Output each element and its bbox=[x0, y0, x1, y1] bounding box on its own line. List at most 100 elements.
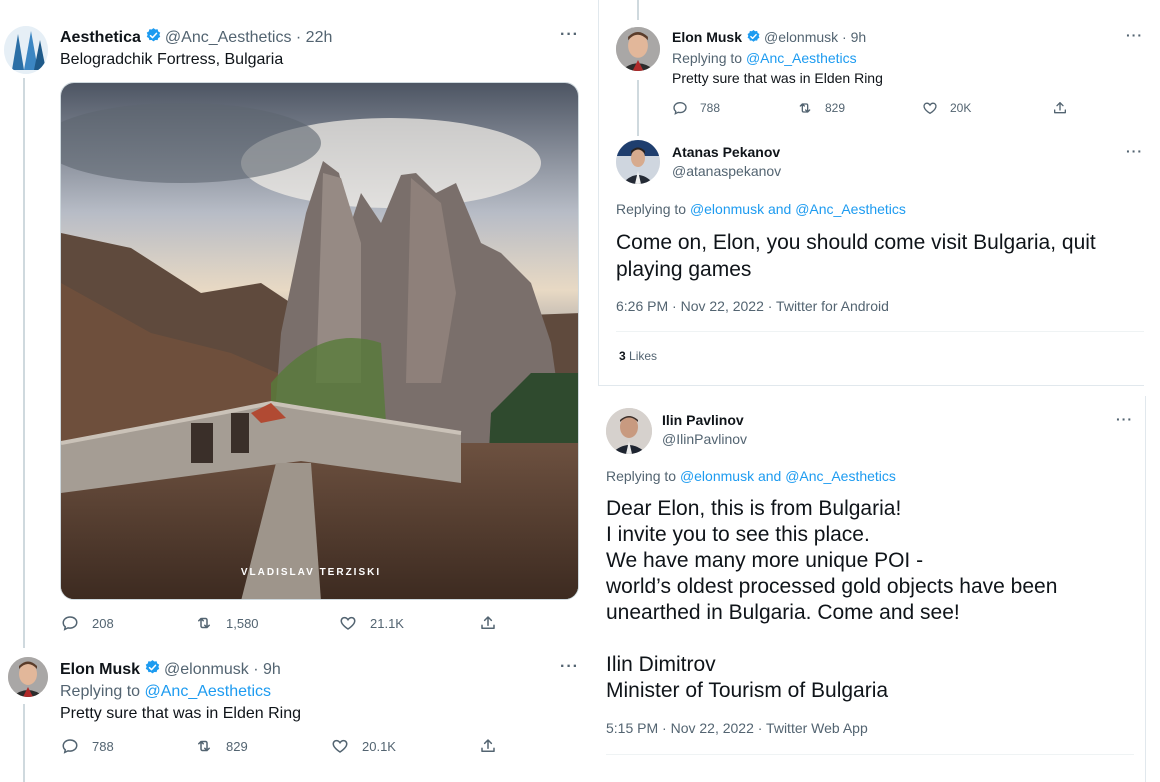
like-icon bbox=[331, 737, 349, 755]
retweet-icon bbox=[797, 100, 813, 116]
reply-button[interactable]: 788 bbox=[61, 737, 195, 755]
tweet4-likes-count: 3 bbox=[619, 349, 626, 363]
tweet1-time[interactable]: · 22h bbox=[296, 29, 332, 46]
tweet1-photo[interactable]: VLADISLAV TERZISKI bbox=[60, 82, 579, 600]
share-button[interactable] bbox=[1052, 100, 1068, 116]
tweet2-replying-link[interactable]: @Anc_Aesthetics bbox=[145, 683, 272, 700]
tweet3-time[interactable]: · 9h bbox=[842, 29, 866, 45]
more-icon[interactable]: ··· bbox=[1126, 27, 1143, 43]
thread-line-right bbox=[637, 0, 639, 20]
tweet5-replying-link[interactable]: @elonmusk and @Anc_Aesthetics bbox=[680, 468, 896, 484]
tweet3-replying: Replying to @Anc_Aesthetics bbox=[672, 50, 857, 66]
retweet-count: 829 bbox=[825, 101, 846, 115]
share-button[interactable] bbox=[479, 737, 497, 755]
like-button[interactable]: 21.1K bbox=[339, 614, 479, 632]
tweet5-name[interactable]: Ilin Pavlinov bbox=[662, 412, 744, 428]
more-icon[interactable]: ··· bbox=[1126, 143, 1143, 159]
tweet5-line: Ilin Dimitrov bbox=[606, 653, 716, 676]
like-button[interactable]: 20.1K bbox=[331, 737, 479, 755]
elon-avatar[interactable] bbox=[8, 657, 48, 697]
reply-button[interactable]: 208 bbox=[61, 614, 195, 632]
share-button[interactable] bbox=[479, 614, 497, 632]
reply-count: 208 bbox=[92, 615, 114, 631]
like-icon bbox=[922, 100, 938, 116]
reply-icon bbox=[672, 100, 688, 116]
reply-icon bbox=[61, 614, 79, 632]
retweet-icon bbox=[195, 737, 213, 755]
tweet5-line: Dear Elon, this is from Bulgaria! bbox=[606, 497, 902, 520]
right-top-panel-bottom bbox=[598, 385, 1144, 386]
thread-line-right-2 bbox=[637, 80, 639, 136]
reply-icon bbox=[61, 737, 79, 755]
tweet2-text: Pretty sure that was in Elden Ring bbox=[60, 705, 302, 722]
tweet1-actions: 208 1,580 21.1K bbox=[61, 614, 501, 632]
tweet4-text: Come on, Elon, you should come visit Bul… bbox=[616, 231, 1096, 281]
tweet1-header: Aesthetica @Anc_Aesthetics · 22h bbox=[60, 27, 332, 47]
atanas-avatar[interactable] bbox=[616, 140, 660, 184]
share-icon bbox=[1052, 100, 1068, 116]
tweet4-likes[interactable]: 3 Likes bbox=[619, 349, 657, 363]
retweet-button[interactable]: 829 bbox=[797, 100, 922, 116]
like-icon bbox=[339, 614, 357, 632]
verified-icon bbox=[145, 27, 162, 44]
tweet5-meta[interactable]: 5:15 PM · Nov 22, 2022 · Twitter Web App bbox=[606, 720, 868, 736]
more-icon[interactable]: ··· bbox=[560, 658, 579, 676]
retweet-button[interactable]: 1,580 bbox=[195, 614, 339, 632]
elon-avatar[interactable] bbox=[616, 27, 660, 71]
tweet4-likes-label: Likes bbox=[629, 349, 658, 363]
tweet4-handle[interactable]: @atanaspekanov bbox=[672, 163, 781, 179]
retweet-button[interactable]: 829 bbox=[195, 737, 331, 755]
tweet1-author-name[interactable]: Aesthetica bbox=[60, 29, 141, 46]
tweet5-line: Minister of Tourism of Bulgaria bbox=[606, 679, 889, 702]
tweet4-meta[interactable]: 6:26 PM · Nov 22, 2022 · Twitter for And… bbox=[616, 298, 889, 314]
photo-watermark: VLADISLAV TERZISKI bbox=[241, 567, 381, 578]
tweet4-replying: Replying to @elonmusk and @Anc_Aesthetic… bbox=[616, 201, 906, 217]
like-button[interactable]: 20K bbox=[922, 100, 1052, 116]
retweet-count: 829 bbox=[226, 738, 248, 754]
ilin-avatar[interactable] bbox=[606, 408, 652, 454]
reply-count: 788 bbox=[92, 738, 114, 754]
verified-icon bbox=[746, 29, 761, 44]
verified-icon bbox=[144, 659, 161, 676]
tweet5-line: unearthed in Bulgaria. Come and see! bbox=[606, 601, 960, 624]
tweet4-name[interactable]: Atanas Pekanov bbox=[672, 144, 780, 160]
tweet5-line: world’s oldest processed gold objects ha… bbox=[606, 575, 1058, 598]
tweet2-header: Elon Musk @elonmusk · 9h bbox=[60, 659, 281, 679]
divider bbox=[606, 754, 1134, 755]
tweet1-handle[interactable]: @Anc_Aesthetics bbox=[165, 29, 292, 46]
like-count: 20.1K bbox=[362, 738, 396, 754]
tweet3-header: Elon Musk @elonmusk · 9h bbox=[672, 29, 866, 45]
right-bottom-panel-border bbox=[1145, 396, 1146, 782]
like-count: 21.1K bbox=[370, 615, 404, 631]
more-icon[interactable]: ··· bbox=[1116, 411, 1133, 427]
tweet5-line bbox=[606, 626, 1136, 652]
tweet3-actions: 788 829 20K bbox=[672, 100, 1072, 116]
tweet3-replying-link[interactable]: @Anc_Aesthetics bbox=[746, 50, 857, 66]
more-icon[interactable]: ··· bbox=[560, 26, 579, 44]
tweet5-handle[interactable]: @IlinPavlinov bbox=[662, 431, 747, 447]
tweet5-replying: Replying to @elonmusk and @Anc_Aesthetic… bbox=[606, 468, 896, 484]
reply-count: 788 bbox=[700, 101, 721, 115]
tweet5-line: I invite you to see this place. bbox=[606, 523, 870, 546]
tweet3-author-name[interactable]: Elon Musk bbox=[672, 29, 742, 45]
tweet2-handle[interactable]: @elonmusk bbox=[164, 661, 249, 678]
thread-line-left-bottom bbox=[23, 704, 25, 782]
retweet-icon bbox=[195, 614, 213, 632]
tweet2-time[interactable]: · 9h bbox=[253, 661, 281, 678]
aesthetica-avatar[interactable] bbox=[4, 26, 48, 74]
retweet-count: 1,580 bbox=[226, 615, 259, 631]
tweet2-actions: 788 829 20.1K bbox=[61, 737, 501, 755]
tweet4-replying-link[interactable]: @elonmusk and @Anc_Aesthetics bbox=[690, 201, 906, 217]
share-icon bbox=[479, 614, 497, 632]
tweet3-text: Pretty sure that was in Elden Ring bbox=[672, 70, 883, 86]
reply-button[interactable]: 788 bbox=[672, 100, 797, 116]
tweet5-line: We have many more unique POI - bbox=[606, 549, 924, 572]
like-count: 20K bbox=[950, 101, 972, 115]
tweet2-replying: Replying to @Anc_Aesthetics bbox=[60, 683, 272, 700]
tweet1-text: Belogradchik Fortress, Bulgaria bbox=[60, 51, 284, 68]
tweet3-handle[interactable]: @elonmusk bbox=[764, 29, 838, 45]
tweet2-author-name[interactable]: Elon Musk bbox=[60, 661, 140, 678]
right-top-panel-border bbox=[598, 0, 599, 386]
thread-line-left bbox=[23, 78, 25, 648]
divider bbox=[616, 331, 1144, 332]
